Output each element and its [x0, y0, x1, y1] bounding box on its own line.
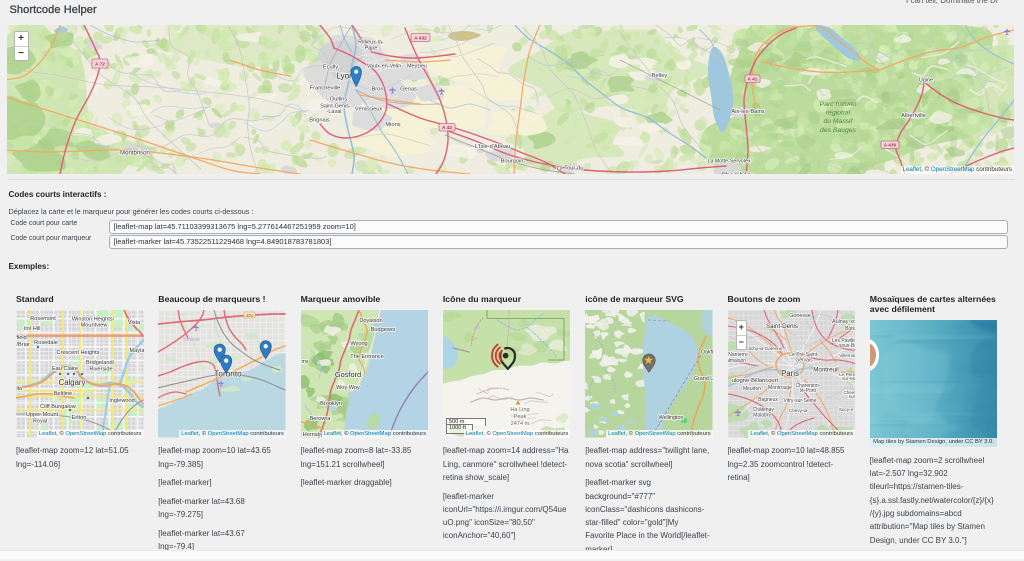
svg-text:Oullins: Oullins	[330, 97, 348, 103]
svg-text:Grand La: Grand La	[694, 376, 713, 382]
svg-text:Upper Mount: Upper Mount	[26, 412, 59, 418]
svg-text:Gonesse: Gonesse	[789, 313, 811, 319]
svg-text:Chambéry: Chambéry	[721, 173, 754, 175]
svg-text:Woy Woy: Woy Woy	[336, 385, 360, 391]
svg-text:Chevy-la: Chevy-la	[788, 408, 807, 413]
svg-text:Vista: Vista	[128, 320, 141, 326]
svg-text:lta: lta	[17, 386, 23, 392]
svg-text:Vaulx-en-Velin: Vaulx-en-Velin	[367, 64, 401, 70]
svg-text:Montreuil: Montreuil	[813, 367, 838, 374]
svg-text:Sucy-e: Sucy-e	[838, 407, 853, 412]
svg-text:Rosemont: Rosemont	[30, 316, 56, 322]
svg-text:le-Pont: le-Pont	[800, 388, 816, 394]
svg-text:Aulnay-so: Aulnay-so	[832, 319, 855, 325]
svg-text:Montbrison: Montbrison	[120, 151, 150, 157]
svg-text:A 43: A 43	[442, 125, 452, 131]
svg-text:Cliff Bungalow: Cliff Bungalow	[40, 404, 77, 410]
svg-text:Brooklyn: Brooklyn	[320, 401, 342, 407]
svg-text:sous-Bo: sous-Bo	[838, 343, 855, 349]
svg-text:du Massif: du Massif	[823, 118, 853, 125]
svg-text:Belley: Belley	[652, 73, 668, 79]
svg-text:La Motte-Servolex: La Motte-Servolex	[708, 159, 751, 165]
svg-text:Oakfi: Oakfi	[701, 350, 713, 356]
svg-text:Malabry: Malabry	[753, 413, 771, 419]
svg-text:itol Hill: itol Hill	[24, 326, 40, 332]
svg-text:Gervais: Gervais	[795, 358, 813, 364]
svg-text:Bagneux: Bagneux	[758, 397, 778, 403]
svg-text:401: 401	[246, 313, 254, 318]
svg-text:The Entrance: The Entrance	[350, 354, 384, 360]
svg-text:Calgary: Calgary	[59, 378, 86, 387]
svg-text:Wyong: Wyong	[350, 341, 367, 347]
svg-text:Toronto: Toronto	[215, 370, 243, 379]
svg-text:field: field	[17, 335, 27, 341]
svg-text:Paris: Paris	[781, 369, 799, 378]
svg-text:Peak: Peak	[514, 414, 527, 420]
svg-text:2474 m: 2474 m	[511, 421, 530, 427]
svg-text:Villemon: Villemon	[839, 353, 855, 358]
svg-text:Vénissieux: Vénissieux	[355, 107, 383, 113]
svg-text:/Briar: /Briar	[17, 342, 31, 348]
svg-text:Crescent Heights: Crescent Heights	[57, 350, 100, 356]
svg-text:des Bauges: des Bauges	[820, 127, 857, 134]
svg-text:Vitry-sur-Seine: Vitry-sur-Seine	[783, 398, 816, 404]
svg-text:Genas: Genas	[400, 87, 417, 93]
svg-text:Toronto: Toronto	[183, 337, 200, 343]
svg-text:L'Isle-d'Abeau: L'Isle-d'Abeau	[475, 144, 511, 150]
svg-text:sur-Mar: sur-Mar	[842, 376, 855, 381]
svg-text:régional: régional	[826, 110, 851, 117]
svg-text:A 72: A 72	[95, 61, 105, 67]
svg-text:Brignais: Brignais	[309, 118, 330, 124]
svg-text:Mions: Mions	[385, 122, 400, 128]
svg-text:Erlton: Erlton	[72, 415, 87, 421]
svg-text:Budgewoi: Budgewoi	[370, 327, 395, 333]
svg-text:sur: sur	[848, 394, 855, 399]
svg-text:Riverside: Riverside	[89, 367, 112, 373]
svg-text:Écully: Écully	[323, 64, 338, 71]
svg-text:Wellington: Wellington	[659, 415, 684, 421]
svg-text:Pape: Pape	[365, 46, 378, 52]
svg-text:Mountview: Mountview	[81, 323, 109, 329]
svg-text:ulogne-Billancourt: ulogne-Billancourt	[731, 378, 778, 384]
svg-text:Ugine: Ugine	[919, 78, 933, 84]
svg-text:-Laval: -Laval	[327, 109, 342, 115]
svg-text:ms: ms	[301, 359, 308, 365]
svg-text:Aix-les-Bains: Aix-les-Bains	[731, 109, 764, 115]
svg-text:Gosford: Gosford	[334, 370, 360, 379]
svg-text:Bridgeland/: Bridgeland/	[86, 360, 115, 366]
svg-text:La Tour-du: La Tour-du	[556, 166, 583, 172]
svg-text:A 430: A 430	[884, 143, 897, 149]
svg-text:Berowra: Berowra	[309, 416, 331, 422]
svg-text:Hornsby: Hornsby	[302, 432, 323, 438]
svg-text:Doyalson: Doyalson	[359, 318, 382, 324]
svg-text:Francheville: Francheville	[310, 86, 341, 92]
svg-text:Meyzieu: Meyzieu	[407, 64, 427, 70]
svg-text:A 41: A 41	[748, 77, 758, 83]
svg-text:Eau Claire: Eau Claire	[52, 366, 78, 372]
svg-text:Mayla: Mayla	[130, 348, 144, 354]
svg-text:Montrouge: Montrouge	[768, 385, 792, 391]
svg-text:Inglewood: Inglewood	[109, 398, 135, 404]
svg-text:almaison: almaison	[728, 358, 746, 364]
svg-text:Saint-Denis: Saint-Denis	[766, 323, 798, 330]
svg-text:Royal: Royal	[33, 419, 47, 425]
svg-text:Bron: Bron	[371, 87, 383, 93]
svg-text:Meudon: Meudon	[742, 386, 760, 392]
svg-text:Clichy-la-Garenne: Clichy-la-Garenne	[745, 346, 782, 351]
svg-text:Bourgoin-: Bourgoin-	[501, 159, 526, 165]
svg-text:A 432: A 432	[414, 35, 427, 41]
svg-text:Bois: Bois	[845, 326, 855, 332]
svg-text:Rosedale: Rosedale	[34, 340, 58, 346]
svg-text:Parc naturel: Parc naturel	[820, 101, 857, 108]
svg-text:Albertville: Albertville	[901, 113, 926, 119]
svg-text:Ha Ling: Ha Ling	[510, 407, 529, 413]
svg-text:Beltline: Beltline	[54, 391, 72, 397]
